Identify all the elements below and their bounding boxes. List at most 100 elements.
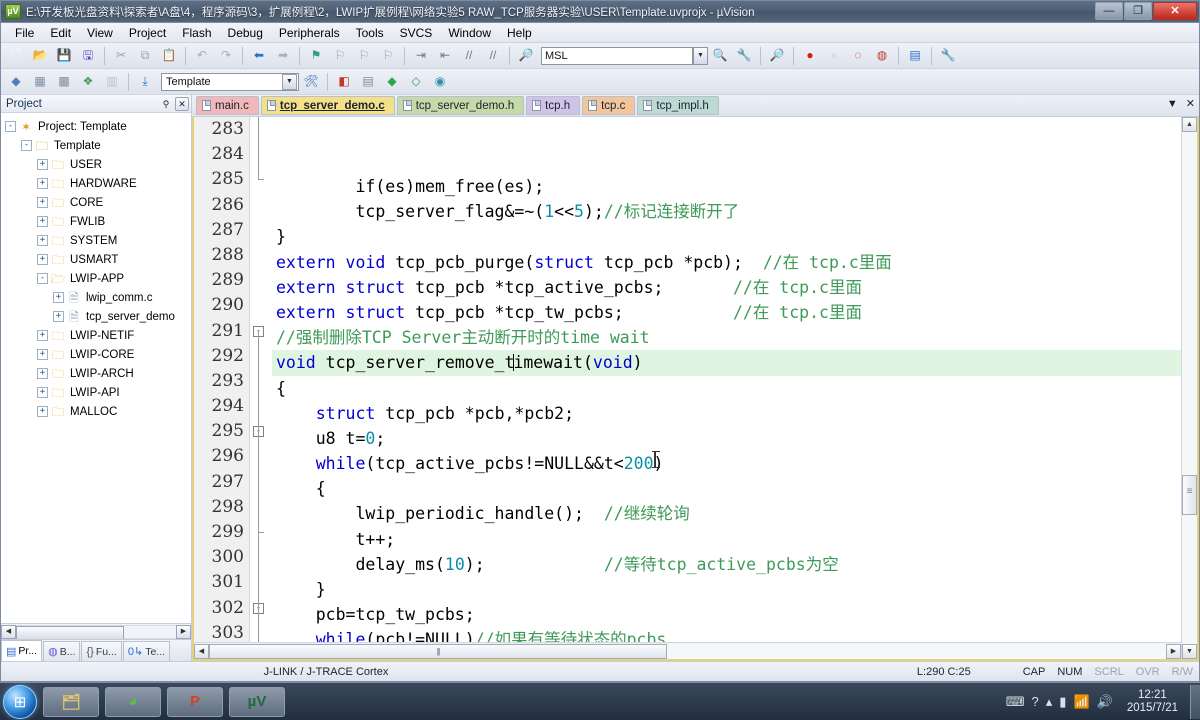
- open-file-icon[interactable]: 📂: [29, 45, 51, 67]
- fold-row[interactable]: [250, 117, 272, 142]
- fold-row[interactable]: [250, 243, 272, 268]
- expand-icon[interactable]: +: [37, 235, 48, 246]
- code-hscroll-thumb[interactable]: [209, 643, 667, 659]
- expand-icon[interactable]: +: [37, 178, 48, 189]
- stop-build-icon[interactable]: ▥: [101, 71, 123, 93]
- document-tab-tcp-c[interactable]: tcp.c: [582, 96, 636, 115]
- code-viewport[interactable]: 283 284 285 286 287 288 289 290 291 292 293 294 295 2…: [194, 117, 1181, 642]
- project-tree-hscrollbar[interactable]: ◀ ▶: [1, 623, 191, 640]
- menu-item-project[interactable]: Project: [121, 24, 174, 42]
- fold-row[interactable]: [250, 545, 272, 570]
- expand-icon[interactable]: +: [37, 197, 48, 208]
- menu-item-view[interactable]: View: [79, 24, 121, 42]
- expand-icon[interactable]: +: [37, 159, 48, 170]
- panel-tab-pr[interactable]: ▤ Pr...: [1, 640, 43, 661]
- panel-tab-fu[interactable]: {} Fu...: [81, 641, 122, 661]
- tree-node[interactable]: + 🗀 FWLIB: [1, 212, 191, 231]
- close-button[interactable]: ✕: [1153, 2, 1197, 20]
- tree-node[interactable]: - 🗀 Template: [1, 136, 191, 155]
- collapse-icon[interactable]: -: [37, 273, 48, 284]
- run-to-cursor-icon[interactable]: ◇: [405, 71, 427, 93]
- configure-icon[interactable]: 🔧: [733, 45, 755, 67]
- fold-row[interactable]: -: [250, 419, 272, 444]
- fold-row[interactable]: [250, 167, 272, 192]
- menu-item-debug[interactable]: Debug: [220, 24, 271, 42]
- code-scroll-down-icon[interactable]: ▼: [1182, 644, 1197, 659]
- document-tab-main-c[interactable]: main.c: [196, 96, 259, 115]
- document-tab-tcp_server_demo-c[interactable]: tcp_server_demo.c: [260, 96, 395, 115]
- pack-installer-icon[interactable]: ◆: [381, 71, 403, 93]
- target-select-chevron-down-icon[interactable]: ▼: [282, 73, 297, 90]
- show-desktop-button[interactable]: [1190, 684, 1200, 719]
- cut-icon[interactable]: ✂: [110, 45, 132, 67]
- breakpoint-insert-icon[interactable]: ●: [799, 45, 821, 67]
- code-scroll-right-icon[interactable]: ▶: [1166, 643, 1181, 659]
- expand-icon[interactable]: +: [37, 406, 48, 417]
- fold-row[interactable]: [250, 495, 272, 520]
- undo-icon[interactable]: ↶: [191, 45, 213, 67]
- project-tree[interactable]: - ✶ Project: Template - 🗀 Template + 🗀 USER + 🗀 HAR…: [1, 113, 191, 623]
- tree-node[interactable]: + 🗀 USER: [1, 155, 191, 174]
- save-all-icon[interactable]: 🖫: [77, 45, 99, 67]
- code-line[interactable]: {: [272, 376, 1181, 401]
- start-button-icon[interactable]: ⊞: [3, 684, 37, 719]
- tree-node[interactable]: + 🗀 LWIP-ARCH: [1, 364, 191, 383]
- code-scroll-left-icon[interactable]: ◀: [194, 643, 209, 659]
- menu-item-edit[interactable]: Edit: [42, 24, 79, 42]
- menu-item-file[interactable]: File: [7, 24, 42, 42]
- start-debug-icon[interactable]: ◉: [429, 71, 451, 93]
- taskbar-powerpoint-button[interactable]: P: [167, 686, 223, 717]
- expand-icon[interactable]: +: [37, 330, 48, 341]
- tree-node[interactable]: + 🗀 LWIP-NETIF: [1, 326, 191, 345]
- document-tab-tcp_server_demo-h[interactable]: tcp_server_demo.h: [396, 96, 525, 115]
- code-folding-margin[interactable]: - - -: [250, 117, 272, 642]
- tree-node[interactable]: + 🗀 USMART: [1, 250, 191, 269]
- code-line[interactable]: extern void tcp_pcb_purge(struct tcp_pcb…: [272, 250, 1181, 275]
- code-line[interactable]: tcp_server_flag&=~(1<<5);//标记连接断开了: [272, 199, 1181, 224]
- breakpoint-disable-icon[interactable]: ●: [823, 45, 845, 67]
- tree-node[interactable]: + 🗀 HARDWARE: [1, 174, 191, 193]
- tree-node[interactable]: + 🗀 CORE: [1, 193, 191, 212]
- collapse-icon[interactable]: -: [5, 121, 16, 132]
- fold-row[interactable]: -: [250, 596, 272, 621]
- scroll-left-icon[interactable]: ◀: [1, 624, 16, 639]
- tree-node[interactable]: + 🗎 lwip_comm.c: [1, 288, 191, 307]
- find-combo-chevron-down-icon[interactable]: ▼: [693, 46, 708, 65]
- batch-build-icon[interactable]: ❖: [77, 71, 99, 93]
- code-vscroll-track[interactable]: [1182, 132, 1197, 644]
- code-vscrollbar[interactable]: ▲ ▼: [1181, 117, 1197, 659]
- code-hscroll-track[interactable]: [209, 643, 1166, 659]
- fold-row[interactable]: [250, 444, 272, 469]
- expand-icon[interactable]: +: [53, 311, 64, 322]
- expand-icon[interactable]: +: [37, 216, 48, 227]
- find-icon[interactable]: 🔎: [766, 45, 788, 67]
- fold-row[interactable]: [250, 369, 272, 394]
- copy-icon[interactable]: ⧉: [134, 45, 156, 67]
- minimize-button[interactable]: —: [1095, 2, 1123, 20]
- fold-row[interactable]: [250, 470, 272, 495]
- keyboard-tray-icon[interactable]: ⌨: [1006, 694, 1025, 710]
- help-tray-icon[interactable]: ?: [1032, 694, 1039, 709]
- fold-row[interactable]: [250, 344, 272, 369]
- target-select[interactable]: Template ▼: [161, 72, 299, 91]
- menu-item-peripherals[interactable]: Peripherals: [271, 24, 348, 42]
- taskbar-clock[interactable]: 12:21 2015/7/21: [1121, 689, 1184, 715]
- taskbar-browser-button[interactable]: ◕: [105, 686, 161, 717]
- pin-icon[interactable]: ⚲: [159, 97, 173, 111]
- expand-icon[interactable]: +: [37, 254, 48, 265]
- navigate-backward-icon[interactable]: ⬅: [248, 45, 270, 67]
- tree-node[interactable]: + 🗎 tcp_server_demo: [1, 307, 191, 326]
- expand-icon[interactable]: +: [53, 292, 64, 303]
- find-combo-input[interactable]: MSL: [541, 46, 693, 65]
- comment-icon[interactable]: //: [458, 45, 480, 67]
- document-tab-tcp_impl-h[interactable]: tcp_impl.h: [637, 96, 719, 115]
- document-tab-tcp-h[interactable]: tcp.h: [526, 96, 581, 115]
- tree-node[interactable]: + 🗀 LWIP-API: [1, 383, 191, 402]
- network-tray-icon[interactable]: ▮: [1059, 694, 1066, 710]
- bookmark-next-icon[interactable]: ⚐: [353, 45, 375, 67]
- bookmark-clear-icon[interactable]: ⚐: [377, 45, 399, 67]
- fold-row[interactable]: [250, 268, 272, 293]
- menu-item-tools[interactable]: Tools: [348, 24, 392, 42]
- find-in-files-icon[interactable]: 🔎: [515, 45, 537, 67]
- code-line[interactable]: extern struct tcp_pcb *tcp_active_pcbs; …: [272, 275, 1181, 300]
